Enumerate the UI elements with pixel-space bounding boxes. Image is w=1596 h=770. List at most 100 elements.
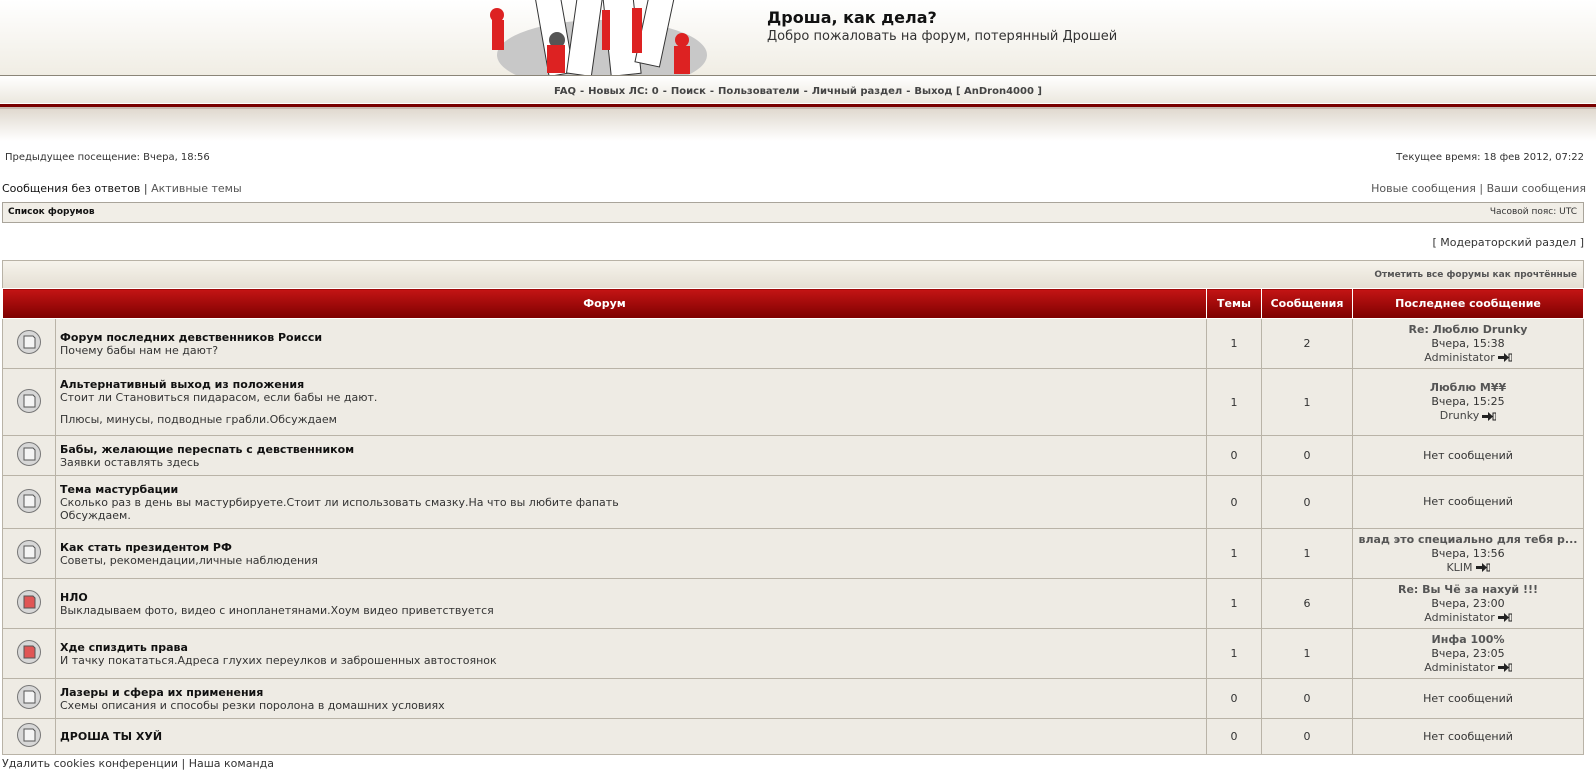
forum-description: Схемы описания и способы резки поролона … [60, 698, 445, 712]
topics-count: 1 [1206, 528, 1262, 579]
forum-row: Тема мастурбации Сколько раз в день вы ма… [2, 475, 1584, 529]
user-links: Новые сообщения | Ваши сообщения [1371, 182, 1586, 195]
no-posts-text: Нет сообщений [1423, 495, 1513, 508]
ucp-link[interactable]: Личный раздел [812, 86, 903, 97]
forum-row: НЛО Выкладываем фото, видео с инопланетян… [2, 578, 1584, 629]
forum-title-link[interactable]: Лазеры и сфера их применения [60, 686, 1202, 699]
forum-description: Выкладываем фото, видео с инопланетянами… [60, 603, 494, 617]
link-separator: | [181, 757, 189, 770]
topics-count: 0 [1206, 678, 1262, 719]
goto-last-post-icon[interactable] [1475, 563, 1490, 572]
forum-status-icon-cell [2, 678, 56, 719]
header-last-post: Последнее сообщение [1352, 288, 1584, 319]
header-shade [0, 109, 1596, 141]
last-post-author-link[interactable]: KLIM [1446, 561, 1472, 574]
last-post-date: Вчера, 23:00 [1431, 596, 1505, 610]
mark-forums-read-link[interactable]: Отметить все форумы как прочтённые [1374, 270, 1577, 280]
topics-count: 1 [1206, 318, 1262, 369]
last-post-author-line: Administator [1357, 661, 1579, 675]
moderator-panel: [ Модераторский раздел ] [1433, 236, 1585, 249]
forum-title-link[interactable]: Как стать президентом РФ [60, 541, 1202, 554]
forum-index-link[interactable]: Список форумов [8, 207, 95, 217]
logout-link[interactable]: Выход [ AnDron4000 ] [914, 86, 1042, 97]
last-post-cell: влад это специально для тебя р... Вчера, … [1352, 528, 1584, 579]
forum-title-link[interactable]: ДРОША ТЫ ХУЙ [60, 730, 1202, 743]
search-links: Сообщения без ответов | Активные темы [2, 182, 242, 195]
forum-read-icon [17, 723, 41, 747]
header-posts: Сообщения [1261, 288, 1353, 319]
last-post-title-link[interactable]: влад это специально для тебя р... [1357, 533, 1579, 547]
forum-unread-icon [17, 640, 41, 664]
forum-title-link[interactable]: Хде спиздить права [60, 641, 1202, 654]
current-time-text: Текущее время: 18 фев 2012, 07:22 [1396, 152, 1584, 163]
goto-last-post-icon[interactable] [1497, 613, 1512, 622]
nav-separator: - [662, 86, 667, 97]
forum-title-link[interactable]: НЛО [60, 591, 1202, 604]
last-post-title-link[interactable]: Re: Вы Чё за нахуй !!! [1357, 583, 1579, 597]
posts-count: 1 [1261, 368, 1353, 436]
no-posts-text: Нет сообщений [1423, 448, 1513, 462]
last-post-author-link[interactable]: Drunky [1440, 409, 1479, 422]
last-post-title-link[interactable]: Инфа 100% [1357, 633, 1579, 647]
last-post-author-line: Administator [1357, 351, 1579, 365]
forum-row: Бабы, желающие переспать с девственником… [2, 435, 1584, 476]
nav-separator: - [906, 86, 911, 97]
your-posts-link[interactable]: Ваши сообщения [1487, 182, 1586, 195]
forum-name-cell: ДРОША ТЫ ХУЙ [55, 718, 1207, 755]
forum-description: Стоит ли Становиться пидарасом, если баб… [60, 391, 378, 404]
memberlist-link[interactable]: Пользователи [718, 86, 800, 97]
last-post-title-link[interactable]: Люблю M¥¥ [1357, 381, 1579, 395]
forum-name-cell: Форум последних девственников Роисси Поче… [55, 318, 1207, 369]
goto-last-post-icon[interactable] [1497, 353, 1512, 362]
forum-title-link[interactable]: Альтернативный выход из положения [60, 378, 1202, 391]
forum-description: Почему бабы нам не дают? [60, 343, 219, 357]
team-link[interactable]: Наша команда [189, 757, 274, 770]
moderator-panel-link[interactable]: Модераторский раздел [1440, 236, 1576, 249]
last-post-title-link[interactable]: Re: Люблю Drunky [1357, 323, 1579, 337]
timezone-text: Часовой пояс: UTC [1489, 207, 1577, 217]
forum-unread-icon [17, 590, 41, 614]
site-description: Добро пожаловать на форум, потерянный Др… [767, 29, 1118, 44]
goto-last-post-icon[interactable] [1482, 411, 1497, 421]
last-post-author-link[interactable]: Administator [1424, 661, 1494, 674]
site-logo[interactable] [482, 0, 722, 75]
posts-count: 0 [1261, 678, 1353, 719]
forum-title-link[interactable]: Форум последних девственников Роисси [60, 331, 1202, 344]
forum-status-icon-cell [2, 628, 56, 679]
posts-count: 1 [1261, 628, 1353, 679]
forum-read-icon [17, 330, 41, 354]
forum-name-cell: НЛО Выкладываем фото, видео с инопланетян… [55, 578, 1207, 629]
forum-title-link[interactable]: Тема мастурбации [60, 483, 1202, 496]
forum-description-extra: Плюсы, минусы, подводные грабли.Обсуждае… [60, 413, 337, 426]
forum-status-icon-cell [2, 578, 56, 629]
search-link[interactable]: Поиск [671, 86, 706, 97]
goto-last-post-icon[interactable] [1497, 663, 1512, 672]
active-topics-link[interactable]: Активные темы [151, 182, 242, 195]
forum-read-icon [17, 540, 41, 564]
last-post-author-line: Administator [1357, 611, 1579, 625]
forum-row: Форум последних девственников Роисси Поче… [2, 318, 1584, 369]
forum-name-cell: Тема мастурбации Сколько раз в день вы ма… [55, 475, 1207, 529]
forum-name-cell: Хде спиздить права И тачку покататься.Адр… [55, 628, 1207, 679]
forum-status-icon-cell [2, 528, 56, 579]
no-posts-text: Нет сообщений [1423, 729, 1513, 743]
last-post-author-link[interactable]: Administator [1424, 351, 1494, 364]
last-post-author-link[interactable]: Administator [1424, 611, 1494, 624]
posts-count: 0 [1261, 718, 1353, 755]
forum-description: Заявки оставлять здесь [60, 455, 200, 469]
last-post-cell: Нет сообщений [1352, 475, 1584, 529]
forum-read-icon [17, 442, 41, 466]
pm-link[interactable]: Новых ЛС: 0 [588, 86, 659, 97]
delete-cookies-link[interactable]: Удалить cookies конференции [2, 757, 178, 770]
new-posts-link[interactable]: Новые сообщения [1371, 182, 1476, 195]
mark-read-bar: Отметить все форумы как прочтённые [2, 260, 1584, 289]
topics-count: 0 [1206, 718, 1262, 755]
posts-count: 0 [1261, 475, 1353, 529]
link-separator: | [1479, 182, 1487, 195]
unanswered-posts-link[interactable]: Сообщения без ответов [2, 182, 140, 195]
forum-title-link[interactable]: Бабы, желающие переспать с девственником [60, 443, 1202, 456]
last-post-cell: Нет сообщений [1352, 718, 1584, 755]
last-post-date: Вчера, 23:05 [1431, 646, 1505, 660]
forum-list-table: Форум Темы Сообщения Последнее сообщение… [2, 288, 1584, 755]
faq-link[interactable]: FAQ [554, 86, 576, 97]
